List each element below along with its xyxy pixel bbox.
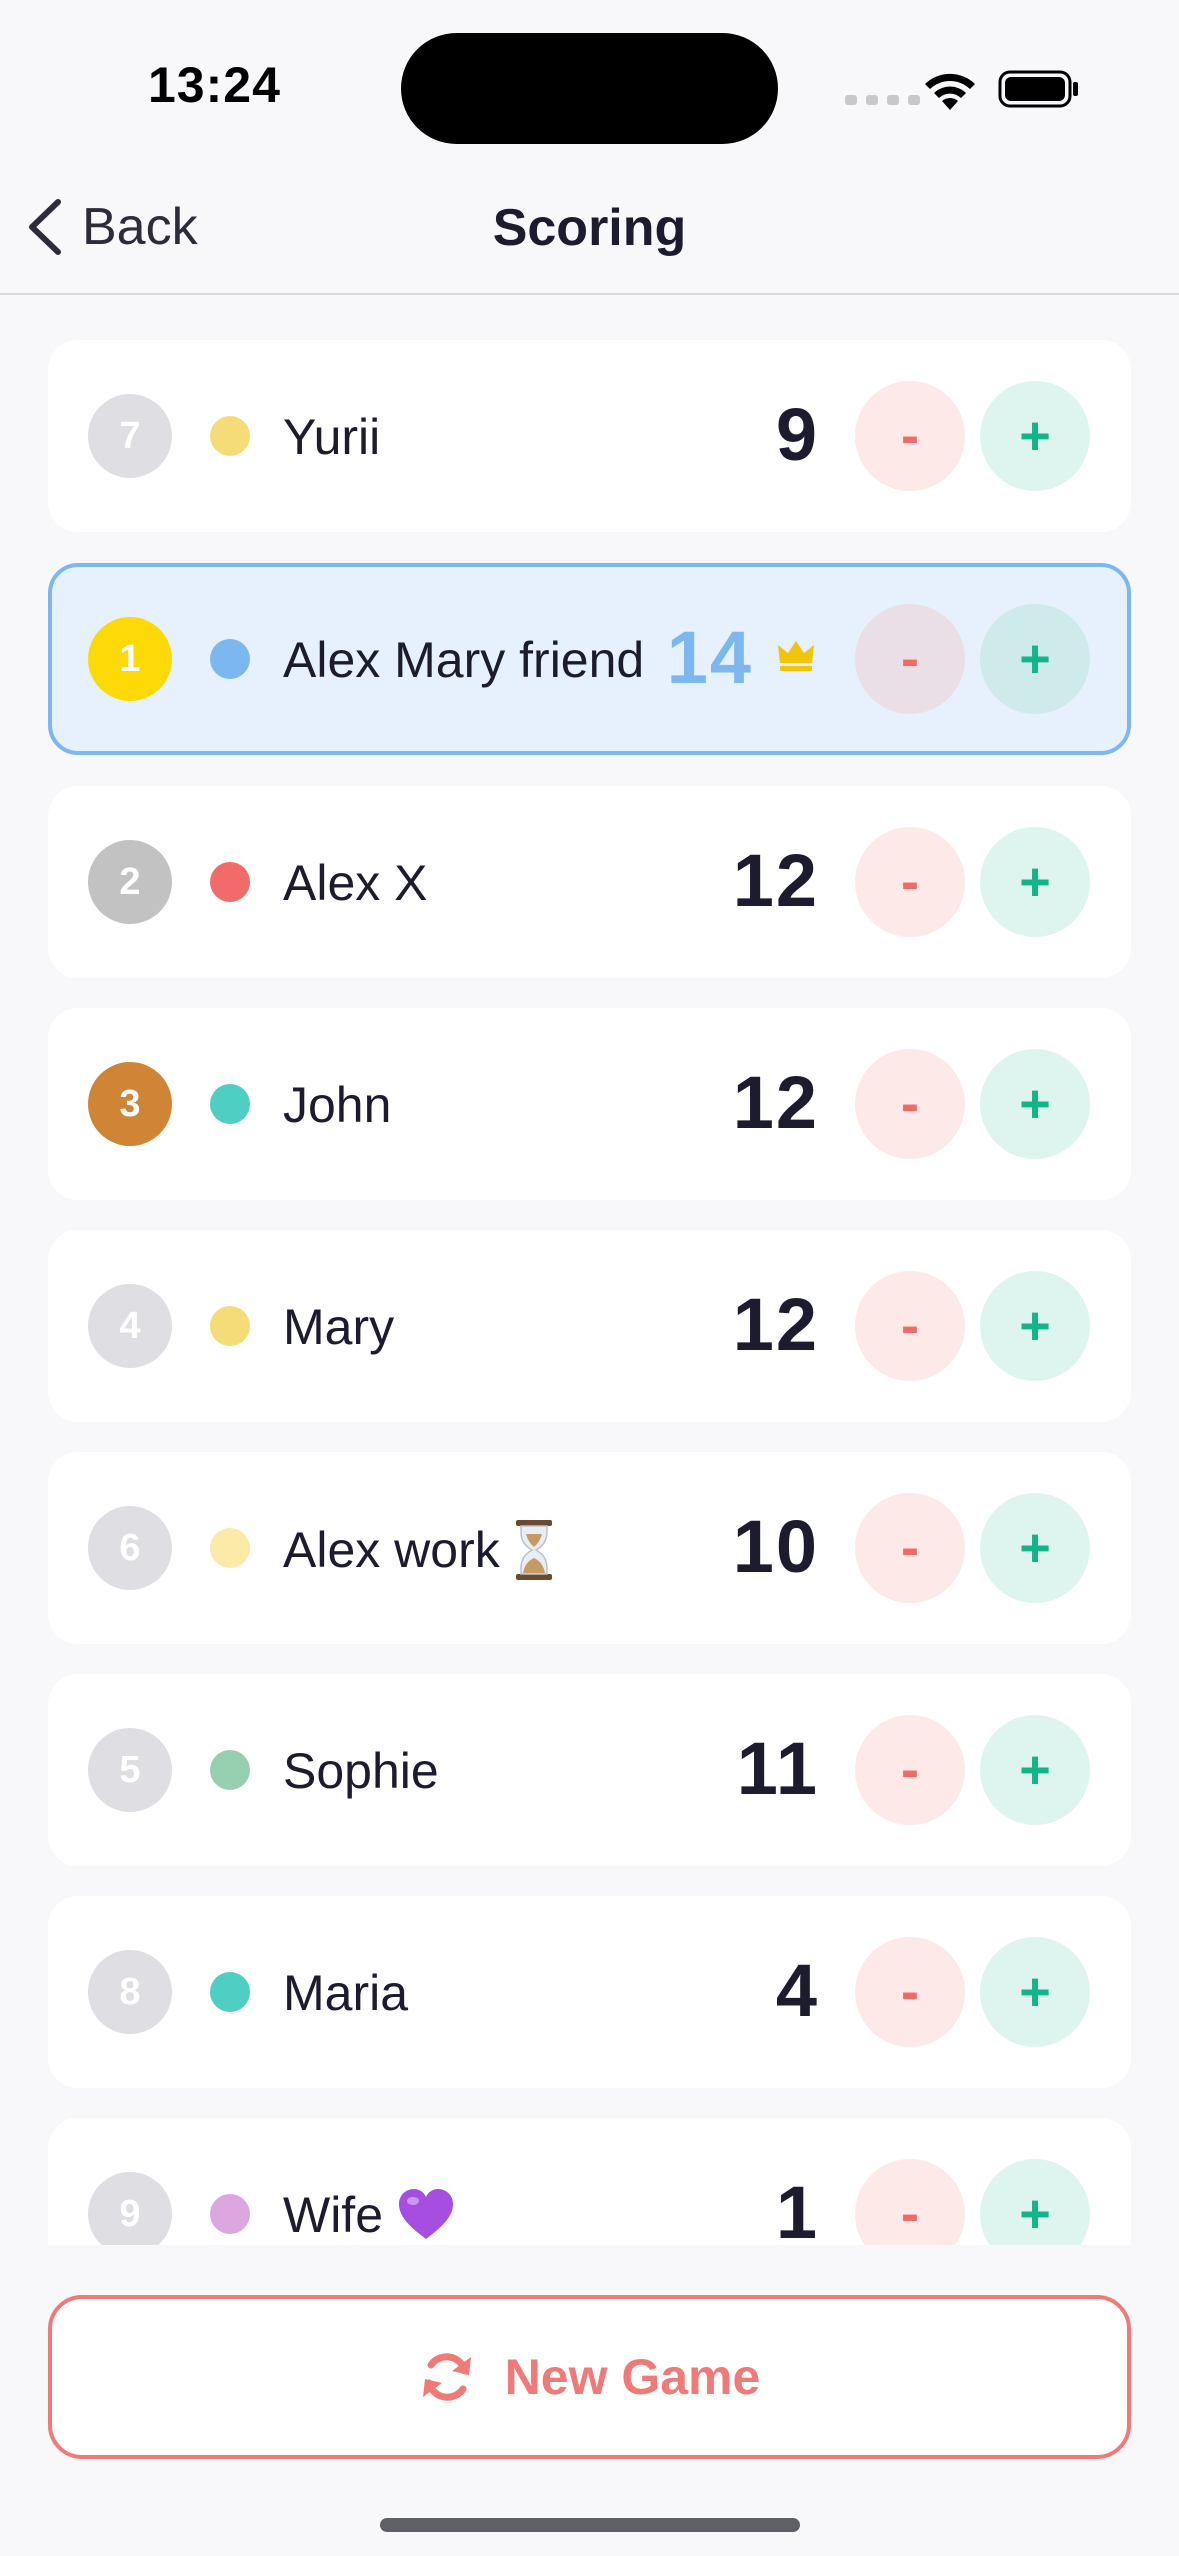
rank-badge: 2 <box>88 840 172 924</box>
player-name: Yurii <box>283 409 381 465</box>
player-row: 7 Yurii 9 - + <box>48 340 1131 532</box>
player-row: 8 Maria 4 - + <box>48 1896 1131 2088</box>
increment-button[interactable]: + <box>980 1049 1090 1159</box>
player-row: 2 Alex X 12 - + <box>48 786 1131 978</box>
player-score: 11 <box>736 1727 819 1810</box>
bottom-toolbar: New Game <box>0 2245 1179 2556</box>
new-game-button[interactable]: New Game <box>48 2295 1131 2459</box>
increment-button[interactable]: + <box>980 1271 1090 1381</box>
player-color-dot <box>210 416 250 456</box>
decrement-button[interactable]: - <box>855 1049 965 1159</box>
increment-button[interactable]: + <box>980 1493 1090 1603</box>
player-score: 14 <box>666 616 753 699</box>
player-row-leader: 1 Alex Mary friend 14 - + <box>48 563 1131 755</box>
player-score: 1 <box>775 2171 819 2245</box>
increment-button[interactable]: + <box>980 604 1090 714</box>
player-row: 9 Wife 1 - + <box>48 2118 1131 2245</box>
crown-icon <box>778 641 814 671</box>
player-color-dot <box>210 1306 250 1346</box>
player-list[interactable]: 7 Yurii 9 - + 1 Alex Mary friend 14 - + … <box>48 340 1131 2245</box>
player-row: 4 Mary 12 - + <box>48 1230 1131 1422</box>
cellular-signal-icon <box>845 95 920 105</box>
increment-button[interactable]: + <box>980 381 1090 491</box>
status-time: 13:24 <box>148 57 281 113</box>
player-row: 5 Sophie 11 - + <box>48 1674 1131 1866</box>
player-name: Alex work <box>283 1520 554 1580</box>
wifi-icon <box>925 73 975 110</box>
player-color-dot <box>210 1528 250 1568</box>
rank-badge: 3 <box>88 1062 172 1146</box>
decrement-button[interactable]: - <box>855 381 965 491</box>
rank-badge: 1 <box>88 617 172 701</box>
player-color-dot <box>210 1972 250 2012</box>
increment-button[interactable]: + <box>980 1937 1090 2047</box>
increment-button[interactable]: + <box>980 2159 1090 2245</box>
player-score: 12 <box>732 1061 819 1144</box>
decrement-button[interactable]: - <box>855 1715 965 1825</box>
decrement-button[interactable]: - <box>855 2159 965 2245</box>
player-name: Mary <box>283 1299 395 1355</box>
player-name: Maria <box>283 1965 409 2021</box>
player-color-dot <box>210 1750 250 1790</box>
decrement-button[interactable]: - <box>855 1937 965 2047</box>
player-score: 4 <box>775 1949 819 2032</box>
page-title: Scoring <box>492 199 687 257</box>
rank-badge: 9 <box>88 2172 172 2245</box>
status-bar: 13:24 <box>0 0 1179 160</box>
scoring-screen: 13:24 Back Scoring 7 Yurii 9 - + 1 Alex … <box>0 0 1179 2556</box>
rank-badge: 4 <box>88 1284 172 1368</box>
player-score: 12 <box>732 839 819 922</box>
player-score: 12 <box>732 1283 819 1366</box>
increment-button[interactable]: + <box>980 827 1090 937</box>
home-indicator <box>380 2518 800 2532</box>
rank-badge: 7 <box>88 394 172 478</box>
purple-heart-icon <box>399 2189 453 2239</box>
navigation-bar: Back Scoring <box>0 160 1179 295</box>
hourglass-icon <box>515 1520 552 1580</box>
player-name: John <box>283 1077 392 1133</box>
decrement-button[interactable]: - <box>855 1493 965 1603</box>
player-row: 6 Alex work 10 - + <box>48 1452 1131 1644</box>
battery-icon <box>998 70 1078 108</box>
player-name: Alex X <box>283 855 428 911</box>
player-row: 3 John 12 - + <box>48 1008 1131 1200</box>
player-color-dot <box>210 862 250 902</box>
rank-badge: 8 <box>88 1950 172 2034</box>
player-name: Wife <box>283 2186 455 2244</box>
player-score: 10 <box>732 1505 819 1588</box>
rank-badge: 5 <box>88 1728 172 1812</box>
player-color-dot <box>210 1084 250 1124</box>
player-name: Alex Mary friend <box>283 632 645 688</box>
rank-badge: 6 <box>88 1506 172 1590</box>
decrement-button[interactable]: - <box>855 827 965 937</box>
player-color-dot <box>210 2194 250 2234</box>
decrement-button[interactable]: - <box>855 604 965 714</box>
player-color-dot <box>210 639 250 679</box>
player-score: 9 <box>775 393 819 476</box>
increment-button[interactable]: + <box>980 1715 1090 1825</box>
new-game-label: New Game <box>504 2349 761 2405</box>
player-name: Sophie <box>283 1743 439 1799</box>
dynamic-island <box>401 33 778 144</box>
decrement-button[interactable]: - <box>855 1271 965 1381</box>
refresh-icon <box>422 2353 471 2401</box>
